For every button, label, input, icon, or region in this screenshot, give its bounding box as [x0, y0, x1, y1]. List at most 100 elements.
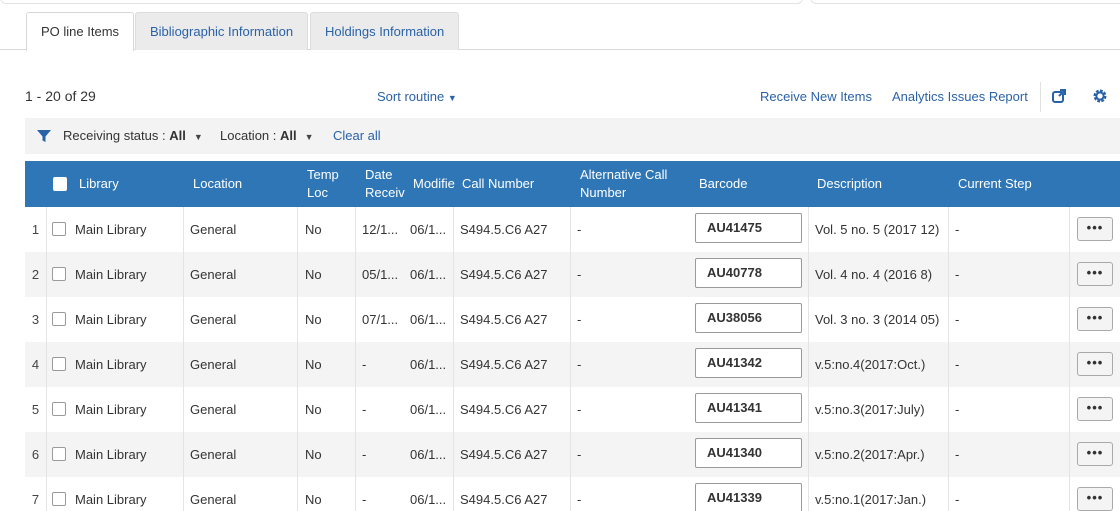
date-received-cell: 12/1...: [355, 207, 404, 252]
filter-bar: Receiving status : All ▼ Location : All ▼ …: [25, 118, 1120, 154]
row-number: 4: [31, 357, 40, 372]
date-received-cell: -: [355, 432, 404, 477]
row-actions-button[interactable]: •••: [1077, 217, 1113, 241]
table-row[interactable]: 3 Main Library General No 07/1... 06/1..…: [25, 297, 1120, 342]
clear-all-filters-link[interactable]: Clear all: [333, 128, 381, 143]
description-cell: v.5:no.4(2017:Oct.): [808, 342, 925, 387]
column-header-library[interactable]: Library: [79, 161, 119, 207]
column-header-barcode[interactable]: Barcode: [699, 161, 747, 207]
alt-call-number-cell: -: [570, 387, 581, 432]
table-row[interactable]: 4 Main Library General No - 06/1... S494…: [25, 342, 1120, 387]
column-header-current-step[interactable]: Current Step: [958, 161, 1032, 207]
barcode-field[interactable]: AU41340: [695, 438, 802, 468]
row-divider: [1069, 252, 1070, 297]
modified-cell: 06/1...: [410, 222, 447, 237]
column-header-location[interactable]: Location: [193, 161, 242, 207]
modified-cell: 06/1...: [410, 447, 447, 462]
alt-call-number-cell: -: [570, 252, 581, 297]
row-divider: [1069, 432, 1070, 477]
table-row[interactable]: 1 Main Library General No 12/1... 06/1..…: [25, 207, 1120, 252]
library-cell: Main Library: [75, 492, 147, 507]
temp-loc-cell: No: [297, 477, 322, 511]
list-toolbar: 1 - 20 of 29 Sort routine ▼ Receive New …: [0, 82, 1120, 112]
modified-cell: 06/1...: [410, 357, 447, 372]
barcode-field[interactable]: AU40778: [695, 258, 802, 288]
call-number-cell: S494.5.C6 A27: [453, 342, 547, 387]
modified-cell: 06/1...: [410, 402, 447, 417]
modified-cell: 06/1...: [410, 312, 447, 327]
caret-down-icon: ▼: [193, 132, 203, 142]
description-cell: v.5:no.3(2017:July): [808, 387, 925, 432]
top-panel-left: [0, 0, 803, 4]
row-number: 5: [31, 402, 40, 417]
location-cell: General: [183, 432, 236, 477]
location-filter[interactable]: Location : All ▼: [220, 128, 314, 143]
row-actions-button[interactable]: •••: [1077, 397, 1113, 421]
library-cell: Main Library: [75, 222, 147, 237]
column-header-date-received[interactable]: Date Receive: [365, 161, 405, 207]
current-step-cell: -: [948, 252, 959, 297]
tab-po-line-items[interactable]: PO line Items: [26, 12, 135, 51]
barcode-field[interactable]: AU38056: [695, 303, 802, 333]
row-divider: [1069, 207, 1070, 252]
row-checkbox[interactable]: [52, 312, 66, 326]
table-row[interactable]: 5 Main Library General No - 06/1... S494…: [25, 387, 1120, 432]
gear-icon[interactable]: [1092, 88, 1108, 104]
current-step-cell: -: [948, 432, 959, 477]
modified-cell: 06/1...: [410, 492, 447, 507]
column-header-call-number[interactable]: Call Number: [462, 161, 534, 207]
table-row[interactable]: 7 Main Library General No - 06/1... S494…: [25, 477, 1120, 511]
row-checkbox[interactable]: [52, 357, 66, 371]
row-checkbox[interactable]: [52, 222, 66, 236]
library-cell: Main Library: [75, 447, 147, 462]
current-step-cell: -: [948, 477, 959, 511]
select-all-checkbox[interactable]: [53, 177, 67, 191]
description-cell: v.5:no.2(2017:Apr.): [808, 432, 925, 477]
filter-icon[interactable]: [37, 129, 51, 143]
analytics-issues-report-button[interactable]: Analytics Issues Report: [892, 89, 1028, 104]
row-checkbox[interactable]: [52, 447, 66, 461]
column-header-alternative-call-number[interactable]: Alternative Call Number: [580, 161, 680, 207]
row-actions-button[interactable]: •••: [1077, 262, 1113, 286]
call-number-cell: S494.5.C6 A27: [453, 387, 547, 432]
call-number-cell: S494.5.C6 A27: [453, 477, 547, 511]
toolbar-divider: [1040, 82, 1041, 112]
row-number: 6: [31, 447, 40, 462]
barcode-field[interactable]: AU41475: [695, 213, 802, 243]
alt-call-number-cell: -: [570, 297, 581, 342]
tab-holdings-information[interactable]: Holdings Information: [310, 12, 460, 50]
row-checkbox[interactable]: [52, 492, 66, 506]
column-header-temp-loc[interactable]: Temp Loc: [307, 161, 347, 207]
alt-call-number-cell: -: [570, 342, 581, 387]
row-divider: [1069, 342, 1070, 387]
library-cell: Main Library: [75, 357, 147, 372]
row-actions-button[interactable]: •••: [1077, 442, 1113, 466]
column-header-modified[interactable]: Modifie: [413, 161, 456, 207]
table-row[interactable]: 2 Main Library General No 05/1... 06/1..…: [25, 252, 1120, 297]
barcode-field[interactable]: AU41341: [695, 393, 802, 423]
column-header-description[interactable]: Description: [817, 161, 882, 207]
external-link-icon[interactable]: [1051, 88, 1067, 104]
sort-routine-dropdown[interactable]: Sort routine ▼: [377, 89, 457, 104]
location-cell: General: [183, 342, 236, 387]
row-number: 2: [31, 267, 40, 282]
row-divider: [1069, 477, 1070, 511]
row-divider: [46, 342, 47, 387]
table-header: Library Location Temp Loc Date Receive M…: [25, 161, 1120, 207]
row-actions-button[interactable]: •••: [1077, 487, 1113, 511]
date-received-cell: 05/1...: [355, 252, 404, 297]
tab-bibliographic-information[interactable]: Bibliographic Information: [135, 12, 309, 50]
receiving-status-filter[interactable]: Receiving status : All ▼: [63, 128, 203, 143]
row-checkbox[interactable]: [52, 402, 66, 416]
row-actions-button[interactable]: •••: [1077, 307, 1113, 331]
temp-loc-cell: No: [297, 387, 322, 432]
row-divider: [46, 432, 47, 477]
table-row[interactable]: 6 Main Library General No - 06/1... S494…: [25, 432, 1120, 477]
date-received-cell: 07/1...: [355, 297, 404, 342]
row-actions-button[interactable]: •••: [1077, 352, 1113, 376]
receiving-status-label: Receiving status :: [63, 128, 170, 143]
barcode-field[interactable]: AU41339: [695, 483, 802, 511]
row-checkbox[interactable]: [52, 267, 66, 281]
barcode-field[interactable]: AU41342: [695, 348, 802, 378]
receive-new-items-button[interactable]: Receive New Items: [760, 89, 872, 104]
